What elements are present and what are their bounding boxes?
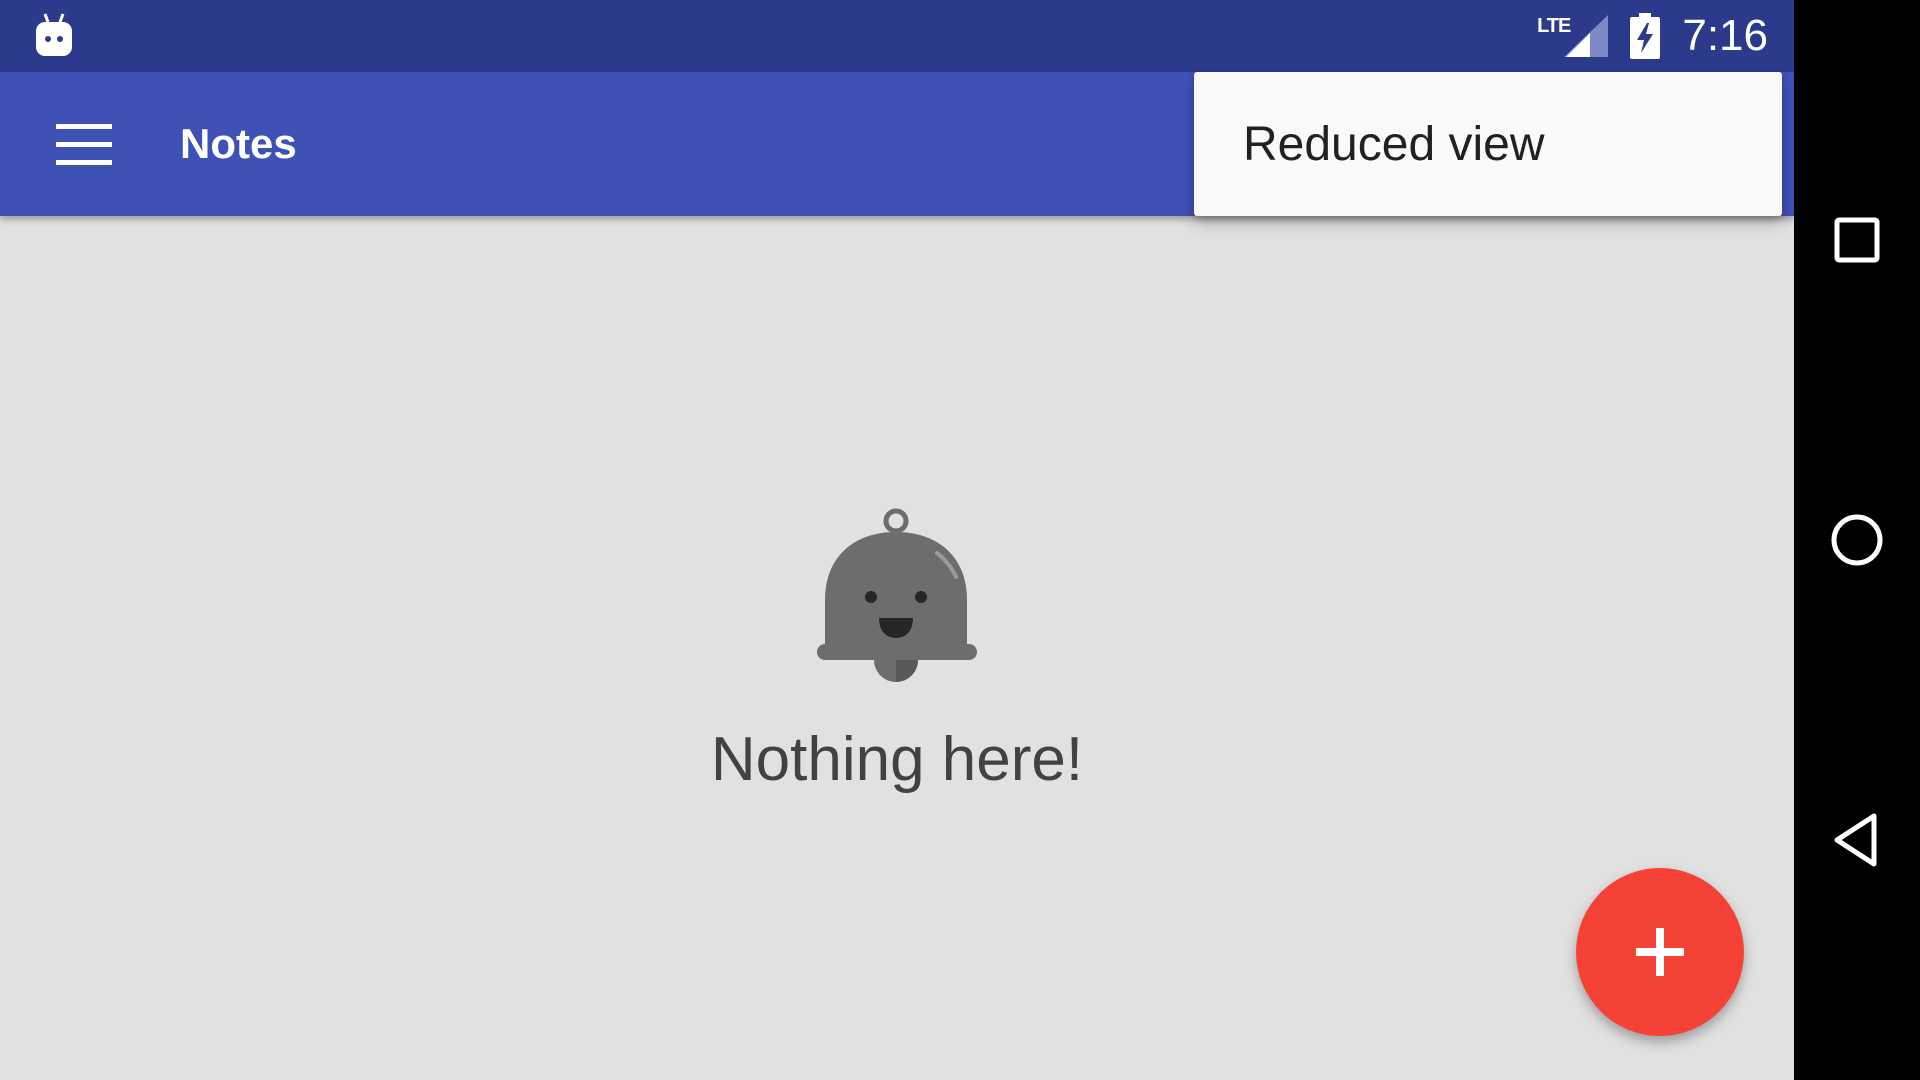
menu-item-reduced-view[interactable]: Reduced view: [1194, 72, 1782, 216]
app-title: Notes: [180, 120, 297, 167]
home-icon[interactable]: [1825, 508, 1889, 572]
smiling-bell-icon: [815, 508, 979, 688]
android-app-icon: [34, 12, 74, 58]
overflow-menu: Reduced view: [1194, 72, 1782, 216]
status-bar: LTE 7:16: [0, 0, 1794, 72]
hamburger-menu-icon[interactable]: [40, 112, 128, 176]
add-note-button[interactable]: [1576, 868, 1744, 1036]
empty-state-message: Nothing here!: [710, 725, 1084, 794]
menu-bar-line: [56, 142, 112, 147]
signal-icon: [1564, 15, 1609, 57]
back-icon[interactable]: [1825, 808, 1889, 872]
battery-charging-icon: [1630, 13, 1661, 59]
menu-item-label: Reduced view: [1243, 118, 1545, 171]
status-clock: 7:16: [1682, 11, 1768, 60]
menu-bar-line: [56, 160, 112, 165]
navigation-bar: [1794, 0, 1920, 1080]
menu-bar-line: [56, 124, 112, 129]
recents-icon[interactable]: [1825, 208, 1889, 272]
notes-list-area: Nothing here!: [0, 216, 1794, 1080]
status-icons: LTE 7:16: [1537, 0, 1768, 72]
